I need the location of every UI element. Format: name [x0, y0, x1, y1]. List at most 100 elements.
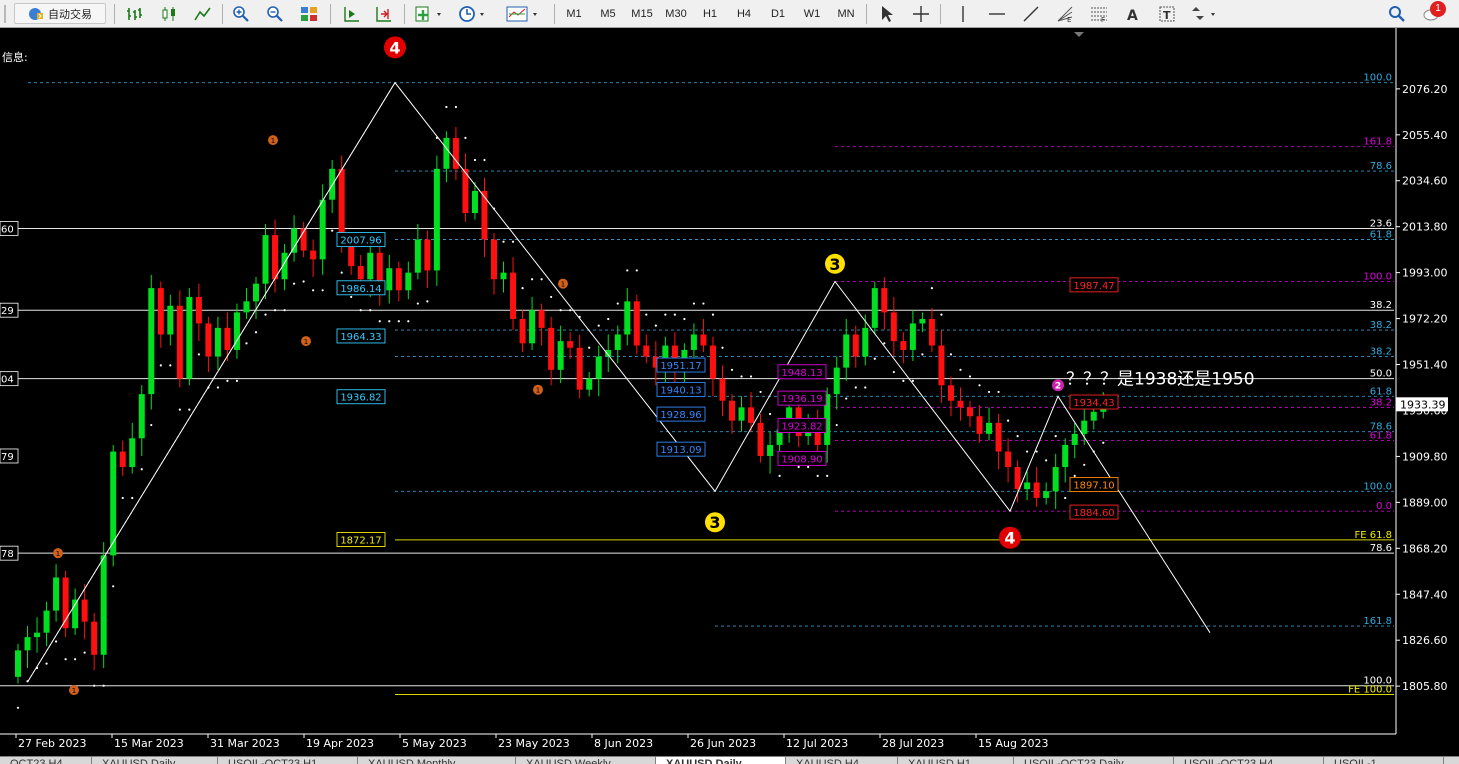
vertical-line-button[interactable]: [952, 3, 974, 24]
chart-tab[interactable]: XAUUSD,Monthly: [358, 757, 516, 764]
price-label-text: 1986.14: [340, 284, 381, 295]
candle-body: [900, 341, 907, 350]
bar-chart-button[interactable]: [124, 3, 146, 24]
candle-body: [224, 327, 231, 350]
horizontal-line-button[interactable]: [986, 3, 1008, 24]
indicators-button[interactable]: [412, 3, 448, 24]
sar-dot: [768, 412, 772, 416]
price-label-text: 1936.19: [781, 394, 822, 405]
tile-windows-icon: [301, 6, 317, 21]
chart-tab[interactable]: USOIL-OCT23,Daily: [1014, 757, 1174, 764]
timeframe-h4[interactable]: H4: [728, 3, 760, 24]
candle-body: [119, 451, 126, 468]
crosshair-button[interactable]: [910, 3, 932, 24]
candle-body: [138, 394, 145, 439]
fibo-level-label: 78.6: [1370, 543, 1392, 554]
candle-body: [481, 190, 488, 240]
sar-dot: [883, 342, 886, 345]
sar-dot: [1026, 450, 1029, 453]
sar-dot: [140, 468, 143, 471]
candle-body: [767, 444, 774, 456]
sar-dot: [283, 309, 286, 312]
fibo-level-label: FE 100.0: [1348, 685, 1392, 696]
sar-dot: [331, 229, 334, 232]
indicators-icon: [415, 6, 441, 21]
chart-tab[interactable]: USOIL-1...: [1324, 757, 1444, 764]
candle-body: [214, 327, 221, 357]
text-label-button[interactable]: T: [1156, 3, 1178, 24]
periods-button[interactable]: [456, 3, 492, 24]
candle-body: [34, 632, 41, 638]
autotrade-button[interactable]: 自动交易: [14, 3, 106, 24]
sar-dot: [112, 585, 115, 588]
chart-tab[interactable]: USOIL-OCT23,H1: [218, 757, 358, 764]
timeframe-w1[interactable]: W1: [796, 3, 828, 24]
price-label-text: 1936.82: [340, 393, 381, 404]
sar-dot: [968, 375, 972, 378]
price-label-text: 1940.13: [660, 385, 701, 396]
timeframe-m1[interactable]: M1: [558, 3, 590, 24]
tile-windows-button[interactable]: [298, 3, 320, 24]
price-tick-label: 1951.40: [1402, 359, 1448, 372]
chart-annotation: ？？？是1938还是1950: [1066, 370, 1255, 390]
chart-tab[interactable]: XAUUSD,H1: [898, 757, 1014, 764]
chart-tab[interactable]: XAUUSD,Daily: [92, 757, 218, 764]
chart-tab[interactable]: XAUUSD,Weekly: [516, 757, 656, 764]
price-tick-label: 1868.20: [1402, 542, 1448, 555]
chart-tab[interactable]: USOIL-OCT23,H4: [1174, 757, 1324, 764]
sar-dot: [721, 346, 724, 349]
sar-dot: [987, 390, 991, 394]
sar-dot: [1064, 496, 1067, 500]
sar-dot: [350, 295, 353, 299]
chart-tab[interactable]: XAUUSD,H4: [786, 757, 898, 764]
timeframe-m5[interactable]: M5: [592, 3, 624, 24]
candlestick-button[interactable]: [158, 3, 180, 24]
candle-body: [91, 621, 98, 655]
candle-body: [909, 323, 916, 350]
sar-dot: [254, 331, 258, 334]
sar-dot: [321, 289, 324, 292]
zoom-out-button[interactable]: [264, 3, 286, 24]
candle-body: [700, 334, 707, 346]
candle-body: [624, 301, 631, 335]
chart-tab[interactable]: OCT23,H4: [0, 757, 92, 764]
text-button[interactable]: A: [1122, 3, 1144, 24]
chart-tab[interactable]: XAUUSD,Daily: [656, 757, 786, 764]
timeframe-mn[interactable]: MN: [830, 3, 862, 24]
sar-dot: [530, 278, 534, 281]
sar-dot: [264, 313, 267, 316]
cursor-button[interactable]: [876, 3, 898, 24]
arrows-button[interactable]: [1188, 3, 1222, 24]
zoom-in-button[interactable]: [230, 3, 252, 24]
minor-wave-label: 1: [72, 687, 76, 695]
trend-line: [27, 82, 396, 682]
fibo-retracement-button[interactable]: F: [1088, 3, 1110, 24]
sar-dot: [835, 423, 838, 427]
sar-dot: [654, 324, 657, 327]
sar-dot: [74, 658, 77, 661]
chart-shift-button[interactable]: [372, 3, 394, 24]
sar-dot: [559, 309, 562, 312]
price-chart[interactable]: 100.0161.878.623.661.8100.038.238.238.25…: [0, 28, 1459, 756]
price-label-text: 1923.82: [781, 421, 822, 432]
sar-dot: [454, 105, 458, 109]
line-chart-button[interactable]: [192, 3, 214, 24]
fibo-level-label: 61.8: [1370, 431, 1392, 442]
search-button[interactable]: [1386, 3, 1408, 24]
timeframe-d1[interactable]: D1: [762, 3, 794, 24]
timeframe-h1[interactable]: H1: [694, 3, 726, 24]
candle-body: [100, 555, 107, 655]
sar-dot: [645, 313, 648, 316]
candle-body: [1081, 420, 1088, 434]
timeframe-m30[interactable]: M30: [660, 3, 692, 24]
sar-dot: [673, 313, 676, 316]
price-tick-label: 1805.80: [1402, 680, 1448, 693]
fibo-fan-button[interactable]: E: [1054, 3, 1076, 24]
candle-body: [367, 252, 374, 280]
templates-button[interactable]: [504, 3, 544, 24]
auto-scroll-button[interactable]: [340, 3, 362, 24]
trend-line-button[interactable]: [1020, 3, 1042, 24]
candle-body: [195, 296, 202, 324]
sar-dot: [416, 302, 419, 305]
timeframe-m15[interactable]: M15: [626, 3, 658, 24]
